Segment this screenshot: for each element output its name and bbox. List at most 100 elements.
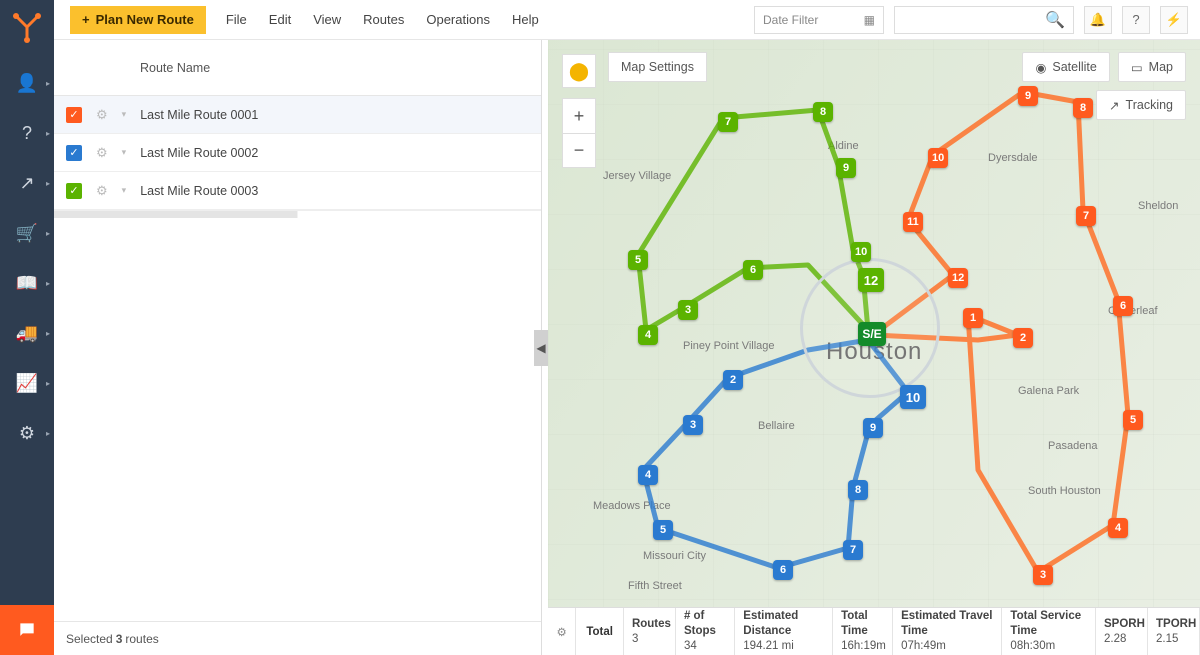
stop-marker-green[interactable]: 12 <box>858 268 884 292</box>
zoom-out-button[interactable]: − <box>563 133 595 167</box>
menu-routes[interactable]: Routes <box>363 12 404 27</box>
menu-view[interactable]: View <box>313 12 341 27</box>
stop-marker-orange[interactable]: 12 <box>948 268 968 288</box>
summary-value: 3 <box>632 632 667 647</box>
expand-icon[interactable]: ▾ <box>122 185 127 196</box>
stop-marker-orange[interactable]: 9 <box>1018 86 1038 106</box>
plan-new-route-label: Plan New Route <box>96 12 194 27</box>
menu-file[interactable]: File <box>226 12 247 27</box>
stop-marker-green[interactable]: 4 <box>638 325 658 345</box>
stop-marker-green[interactable]: 6 <box>743 260 763 280</box>
stop-marker-orange[interactable]: 8 <box>1073 98 1093 118</box>
street-view-pegman[interactable]: ⬤ <box>562 54 596 88</box>
stop-marker-orange[interactable]: 6 <box>1113 296 1133 316</box>
stop-marker-green[interactable]: 7 <box>718 112 738 132</box>
summary-header: TPORH <box>1156 617 1191 632</box>
selection-status-bar: Selected 3 routes <box>54 621 541 655</box>
summary-value: 08h:30m <box>1010 639 1087 654</box>
nav-help-circle[interactable]: ?▸ <box>0 108 54 158</box>
cart-icon: 🛒 <box>16 223 38 244</box>
stop-marker-green[interactable]: 3 <box>678 300 698 320</box>
stop-marker-blue[interactable]: 2 <box>723 370 743 390</box>
summary-header: Estimated Distance <box>743 609 824 639</box>
stop-marker-orange[interactable]: 10 <box>928 148 948 168</box>
date-filter[interactable]: Date Filter ▦ <box>754 6 884 34</box>
stop-marker-blue[interactable]: 6 <box>773 560 793 580</box>
route-checkbox[interactable]: ✓ <box>66 107 82 123</box>
stop-marker-green[interactable]: 8 <box>813 102 833 122</box>
map-icon: ▭ <box>1131 60 1143 75</box>
menu-help[interactable]: Help <box>512 12 539 27</box>
stop-marker-blue[interactable]: 4 <box>638 465 658 485</box>
stop-marker-orange[interactable]: 4 <box>1108 518 1128 538</box>
nav-route-up[interactable]: ↗▸ <box>0 158 54 208</box>
summary-settings-button[interactable]: ⚙ <box>548 608 576 655</box>
nav-cart[interactable]: 🛒▸ <box>0 208 54 258</box>
help-button[interactable]: ? <box>1122 6 1150 34</box>
nav-user-plus[interactable]: 👤▸ <box>0 58 54 108</box>
route-gear-icon[interactable]: ⚙ <box>96 145 108 161</box>
summary-header: Routes <box>632 617 667 632</box>
quick-action-button[interactable]: ⚡ <box>1160 6 1188 34</box>
expand-icon[interactable]: ▾ <box>122 147 127 158</box>
user-settings-icon: ⚙ <box>19 423 35 444</box>
calendar-icon: ▦ <box>864 13 875 27</box>
stop-marker-orange[interactable]: 2 <box>1013 328 1033 348</box>
route-gear-icon[interactable]: ⚙ <box>96 107 108 123</box>
satellite-toggle[interactable]: ◉Satellite <box>1022 52 1109 82</box>
stop-marker-orange[interactable]: 5 <box>1123 410 1143 430</box>
route-checkbox[interactable]: ✓ <box>66 183 82 199</box>
route-up-icon: ↗ <box>19 173 34 194</box>
route-checkbox[interactable]: ✓ <box>66 145 82 161</box>
stop-marker-orange[interactable]: 7 <box>1076 206 1096 226</box>
menu-operations[interactable]: Operations <box>426 12 490 27</box>
route-name: Last Mile Route 0002 <box>140 146 258 160</box>
stop-marker-blue[interactable]: 5 <box>653 520 673 540</box>
summary-col: # of Stops34 <box>676 608 735 655</box>
team-truck-icon: 🚚 <box>16 323 38 344</box>
stop-marker-orange[interactable]: 3 <box>1033 565 1053 585</box>
plan-new-route-button[interactable]: + Plan New Route <box>70 6 206 34</box>
zoom-in-button[interactable]: + <box>563 99 595 133</box>
stop-marker-blue[interactable]: 3 <box>683 415 703 435</box>
map-toggle[interactable]: ▭Map <box>1118 52 1186 82</box>
stop-marker-green[interactable]: 10 <box>851 242 871 262</box>
nav-team-truck[interactable]: 🚚▸ <box>0 308 54 358</box>
route-row[interactable]: ✓⚙▾Last Mile Route 0003 <box>54 172 541 210</box>
stop-marker-blue[interactable]: 7 <box>843 540 863 560</box>
expand-icon[interactable]: ▾ <box>122 109 127 120</box>
nav-analytics[interactable]: 📈▸ <box>0 358 54 408</box>
route-row[interactable]: ✓⚙▾Last Mile Route 0001 <box>54 96 541 134</box>
map-settings-button[interactable]: Map Settings <box>608 52 707 82</box>
start-end-marker[interactable]: S/E <box>858 322 886 346</box>
stop-marker-green[interactable]: 9 <box>836 158 856 178</box>
notifications-button[interactable]: 🔔 <box>1084 6 1112 34</box>
stop-marker-blue[interactable]: 9 <box>863 418 883 438</box>
nav-address-book[interactable]: 📖▸ <box>0 258 54 308</box>
panel-splitter[interactable]: ◀ <box>534 330 548 366</box>
horizontal-scrollbar[interactable] <box>54 210 541 218</box>
summary-header: # of Stops <box>684 609 726 639</box>
nav-user-settings[interactable]: ⚙▸ <box>0 408 54 458</box>
menu-edit[interactable]: Edit <box>269 12 291 27</box>
summary-col: Routes3 <box>624 608 676 655</box>
search-input[interactable]: 🔍 <box>894 6 1074 34</box>
top-toolbar: + Plan New Route File Edit View Routes Opera… <box>0 0 1200 40</box>
route-gear-icon[interactable]: ⚙ <box>96 183 108 199</box>
summary-value: 07h:49m <box>901 639 993 654</box>
map-viewport[interactable]: Houston Jersey VillageDyersdaleSheldonAl… <box>548 40 1200 655</box>
stop-marker-blue[interactable]: 8 <box>848 480 868 500</box>
summary-value: 2.15 <box>1156 632 1191 647</box>
help-circle-icon: ? <box>22 123 32 144</box>
stop-marker-green[interactable]: 5 <box>628 250 648 270</box>
summary-col: Estimated Distance194.21 mi <box>735 608 833 655</box>
stop-marker-orange[interactable]: 11 <box>903 212 923 232</box>
user-plus-icon: 👤 <box>16 73 38 94</box>
stop-marker-orange[interactable]: 1 <box>963 308 983 328</box>
stop-marker-blue[interactable]: 10 <box>900 385 926 409</box>
address-book-icon: 📖 <box>16 273 38 294</box>
help-icon: ? <box>1132 12 1139 27</box>
chat-button[interactable] <box>0 605 54 655</box>
route-row[interactable]: ✓ ⚙ ▾ Last Mile Route 0002 <box>54 134 541 172</box>
left-nav-rail: 👤▸?▸↗▸🛒▸📖▸🚚▸📈▸⚙▸ <box>0 0 54 655</box>
